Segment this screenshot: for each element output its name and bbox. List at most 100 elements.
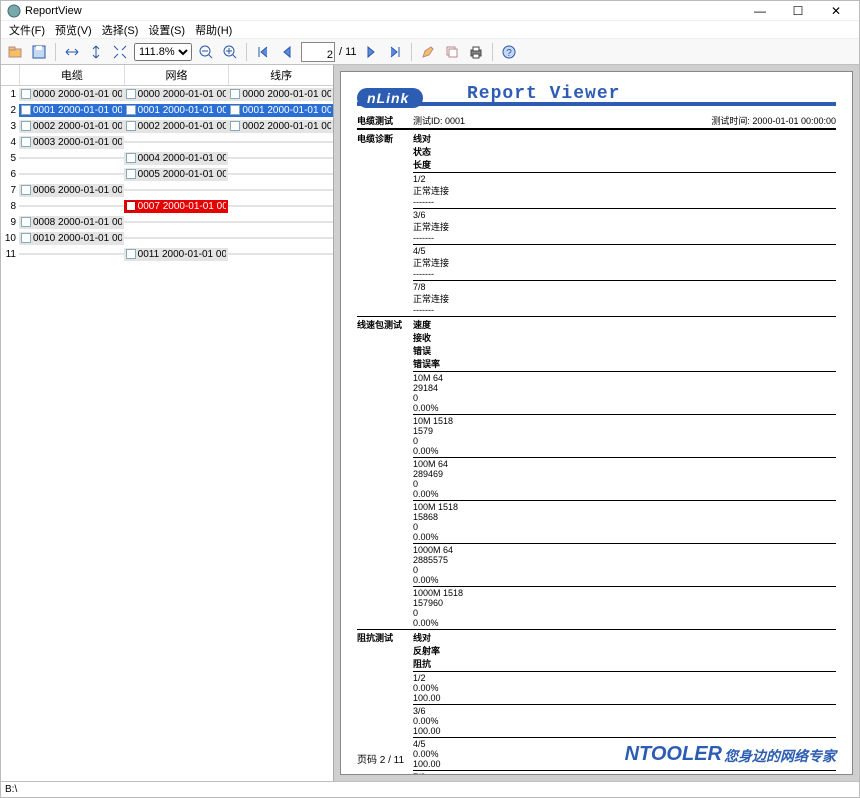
help-icon[interactable]: ?: [499, 42, 519, 62]
file-icon: [21, 105, 31, 115]
grid-cell[interactable]: 0000 2000-01-01 00:00:00: [228, 88, 333, 101]
grid-cell[interactable]: 0007 2000-01-01 00:00:00: [124, 200, 229, 213]
table-row[interactable]: 60005 2000-01-01 00:00:00: [1, 166, 333, 182]
maximize-button[interactable]: ☐: [781, 2, 815, 20]
file-icon: [126, 249, 136, 259]
grid-cell[interactable]: 0001 2000-01-01 00:00:00: [19, 104, 124, 117]
grid-cell[interactable]: [124, 237, 229, 239]
file-icon: [21, 217, 31, 227]
grid-cell[interactable]: [19, 157, 124, 159]
grid-cell[interactable]: 0002 2000-01-01 00:00:00: [19, 120, 124, 133]
page-total: / 11: [339, 46, 357, 58]
table-row[interactable]: 100010 2000-01-01 00:00:00: [1, 230, 333, 246]
footer-slogan: 您身边的网络专家: [724, 746, 836, 766]
print-icon[interactable]: [466, 42, 486, 62]
footer-logo: NTOOLER: [625, 743, 722, 766]
grid-cell[interactable]: 0000 2000-01-01 00:00:00: [19, 88, 124, 101]
grid-cell[interactable]: 0011 2000-01-01 00:00:00: [124, 248, 229, 261]
fit-width-icon[interactable]: [62, 42, 82, 62]
table-row[interactable]: 20001 2000-01-01 00:00:000001 2000-01-01…: [1, 102, 333, 118]
statusbar: B:\: [1, 781, 859, 797]
grid-cell[interactable]: 0004 2000-01-01 00:00:00: [124, 152, 229, 165]
fit-page-icon[interactable]: [110, 42, 130, 62]
layers-icon[interactable]: [442, 42, 462, 62]
grid-cell[interactable]: [228, 173, 333, 175]
grid-cell[interactable]: 0006 2000-01-01 00:00:00: [19, 184, 124, 197]
grid-cell[interactable]: [228, 205, 333, 207]
grid-cell[interactable]: 0001 2000-01-01 00:00:00: [228, 104, 333, 117]
last-page-icon[interactable]: [385, 42, 405, 62]
grid-cell[interactable]: [228, 189, 333, 191]
grid-cell[interactable]: 0003 2000-01-01 00:00:00: [19, 136, 124, 149]
grid-cell[interactable]: [19, 205, 124, 207]
menu-settings[interactable]: 设置(S): [144, 21, 189, 38]
zoom-select[interactable]: 111.8%: [134, 43, 192, 61]
zoom-in-icon[interactable]: [220, 42, 240, 62]
grid-cell[interactable]: [228, 157, 333, 159]
grid-cell[interactable]: 0008 2000-01-01 00:00:00: [19, 216, 124, 229]
grid-cell[interactable]: [124, 141, 229, 143]
menu-file[interactable]: 文件(F): [5, 21, 49, 38]
file-icon: [230, 105, 240, 115]
first-page-icon[interactable]: [253, 42, 273, 62]
col-network[interactable]: 网络: [124, 65, 229, 85]
zoom-out-icon[interactable]: [196, 42, 216, 62]
file-icon: [126, 89, 136, 99]
brand-pill: nLink: [357, 88, 423, 108]
report-page: nLink Report Viewer 电缆测试 测试ID: 0001 测试时间…: [340, 71, 853, 775]
edit-icon[interactable]: [418, 42, 438, 62]
grid-cell[interactable]: 0001 2000-01-01 00:00:00: [124, 104, 229, 117]
grid-cell[interactable]: [228, 141, 333, 143]
file-icon: [230, 89, 240, 99]
page-number: 页码 2 / 11: [357, 751, 404, 766]
menu-help[interactable]: 帮助(H): [191, 21, 236, 38]
menubar: 文件(F) 预览(V) 选择(S) 设置(S) 帮助(H): [1, 21, 859, 39]
menu-select[interactable]: 选择(S): [98, 21, 143, 38]
minimize-button[interactable]: —: [743, 2, 777, 20]
col-wiremap[interactable]: 线序: [228, 65, 333, 85]
table-row[interactable]: 70006 2000-01-01 00:00:00: [1, 182, 333, 198]
grid-cell[interactable]: [228, 221, 333, 223]
grid-cell[interactable]: 0005 2000-01-01 00:00:00: [124, 168, 229, 181]
window-title: ReportView: [25, 5, 743, 17]
record-grid: 电缆 网络 线序 10000 2000-01-01 00:00:000000 2…: [1, 65, 334, 781]
page-input[interactable]: [301, 42, 335, 62]
open-icon[interactable]: [5, 42, 25, 62]
table-row[interactable]: 90008 2000-01-01 00:00:00: [1, 214, 333, 230]
grid-cell[interactable]: [124, 189, 229, 191]
grid-cell[interactable]: [124, 221, 229, 223]
grid-cell[interactable]: [19, 173, 124, 175]
next-page-icon[interactable]: [361, 42, 381, 62]
fit-height-icon[interactable]: [86, 42, 106, 62]
prev-page-icon[interactable]: [277, 42, 297, 62]
file-icon: [230, 121, 240, 131]
brand-title: Report Viewer: [467, 84, 620, 104]
grid-cell[interactable]: [228, 237, 333, 239]
grid-cell[interactable]: 0002 2000-01-01 00:00:00: [124, 120, 229, 133]
file-icon: [21, 233, 31, 243]
table-row[interactable]: 10000 2000-01-01 00:00:000000 2000-01-01…: [1, 86, 333, 102]
table-row[interactable]: 80007 2000-01-01 00:00:00: [1, 198, 333, 214]
grid-cell[interactable]: [19, 253, 124, 255]
file-icon: [126, 169, 136, 179]
grid-cell[interactable]: 0010 2000-01-01 00:00:00: [19, 232, 124, 245]
toolbar: 111.8% / 11 ?: [1, 39, 859, 65]
grid-cell[interactable]: 0002 2000-01-01 00:00:00: [228, 120, 333, 133]
grid-cell[interactable]: [228, 253, 333, 255]
grid-cell[interactable]: 0000 2000-01-01 00:00:00: [124, 88, 229, 101]
table-row[interactable]: 40003 2000-01-01 00:00:00: [1, 134, 333, 150]
menu-preview[interactable]: 预览(V): [51, 21, 96, 38]
table-row[interactable]: 110011 2000-01-01 00:00:00: [1, 246, 333, 262]
file-icon: [21, 137, 31, 147]
table-row[interactable]: 50004 2000-01-01 00:00:00: [1, 150, 333, 166]
file-icon: [126, 201, 136, 211]
table-row[interactable]: 30002 2000-01-01 00:00:000002 2000-01-01…: [1, 118, 333, 134]
col-cable[interactable]: 电缆: [19, 65, 124, 85]
titlebar: ReportView — ☐ ✕: [1, 1, 859, 21]
preview-pane: nLink Report Viewer 电缆测试 测试ID: 0001 测试时间…: [334, 65, 859, 781]
close-button[interactable]: ✕: [819, 2, 853, 20]
file-icon: [126, 121, 136, 131]
file-icon: [126, 105, 136, 115]
file-icon: [21, 89, 31, 99]
save-icon[interactable]: [29, 42, 49, 62]
